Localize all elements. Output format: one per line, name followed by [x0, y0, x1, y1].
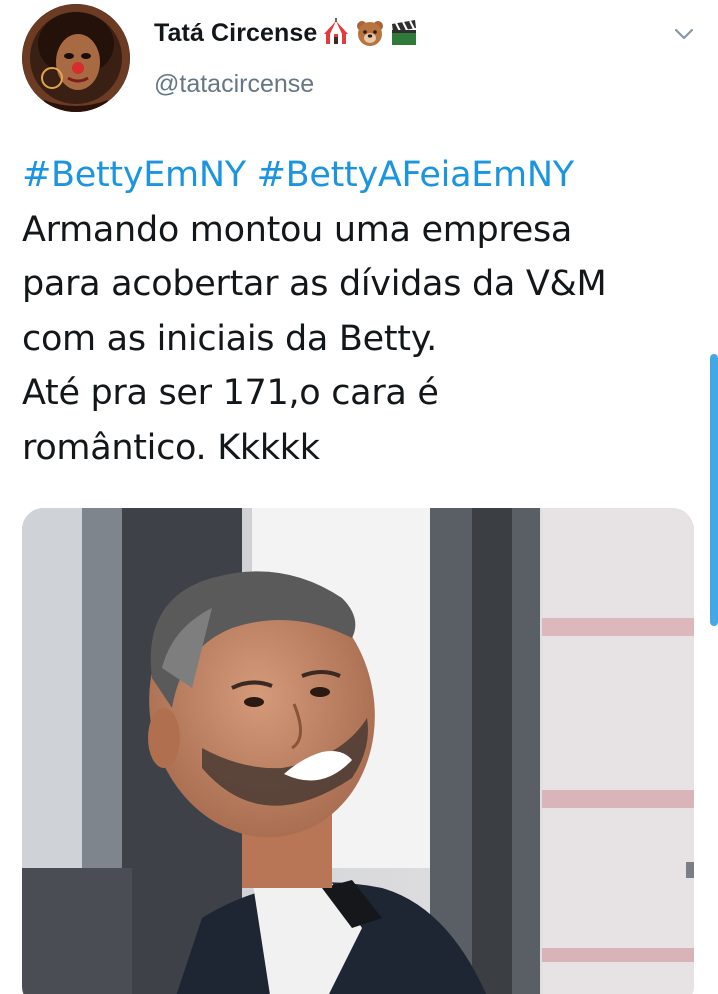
- scrollbar[interactable]: [710, 354, 718, 626]
- tweet-text-line: com as iniciais da Betty.: [22, 318, 437, 359]
- hashtag-link[interactable]: #BettyEmNY: [22, 155, 246, 195]
- tweet-text-line: Armando montou uma empresa: [22, 209, 573, 250]
- scroll-indicator: [686, 862, 694, 878]
- hashtag-line: #BettyEmNY #BettyAFeiaEmNY: [22, 148, 702, 203]
- author-handle[interactable]: @tatacircense: [154, 70, 314, 99]
- author-name-row[interactable]: Tatá Circense: [154, 18, 419, 48]
- bear-face-icon: [355, 18, 385, 48]
- avatar-illustration-icon: [22, 4, 130, 112]
- tweet: Tatá Circense @tatacircense #BettyEmNY #…: [0, 0, 718, 994]
- tweet-text-line: Até pra ser 171,o cara é: [22, 373, 439, 413]
- hashtag-link[interactable]: #BettyAFeiaEmNY: [257, 155, 574, 195]
- tweet-text-line: para acobertar as dívidas da V&M: [22, 264, 607, 304]
- tweet-text: #BettyEmNY #BettyAFeiaEmNY Armando monto…: [22, 148, 702, 475]
- tweet-media-photo[interactable]: [22, 508, 694, 994]
- clapper-board-icon: [389, 18, 419, 48]
- photo-of-smiling-man: [22, 508, 694, 994]
- chevron-down-icon[interactable]: [672, 24, 696, 44]
- circus-tent-icon: [321, 18, 351, 48]
- avatar[interactable]: [22, 4, 130, 112]
- tweet-text-line: romântico. Kkkkk: [22, 427, 320, 468]
- author-display-name[interactable]: Tatá Circense: [154, 19, 317, 48]
